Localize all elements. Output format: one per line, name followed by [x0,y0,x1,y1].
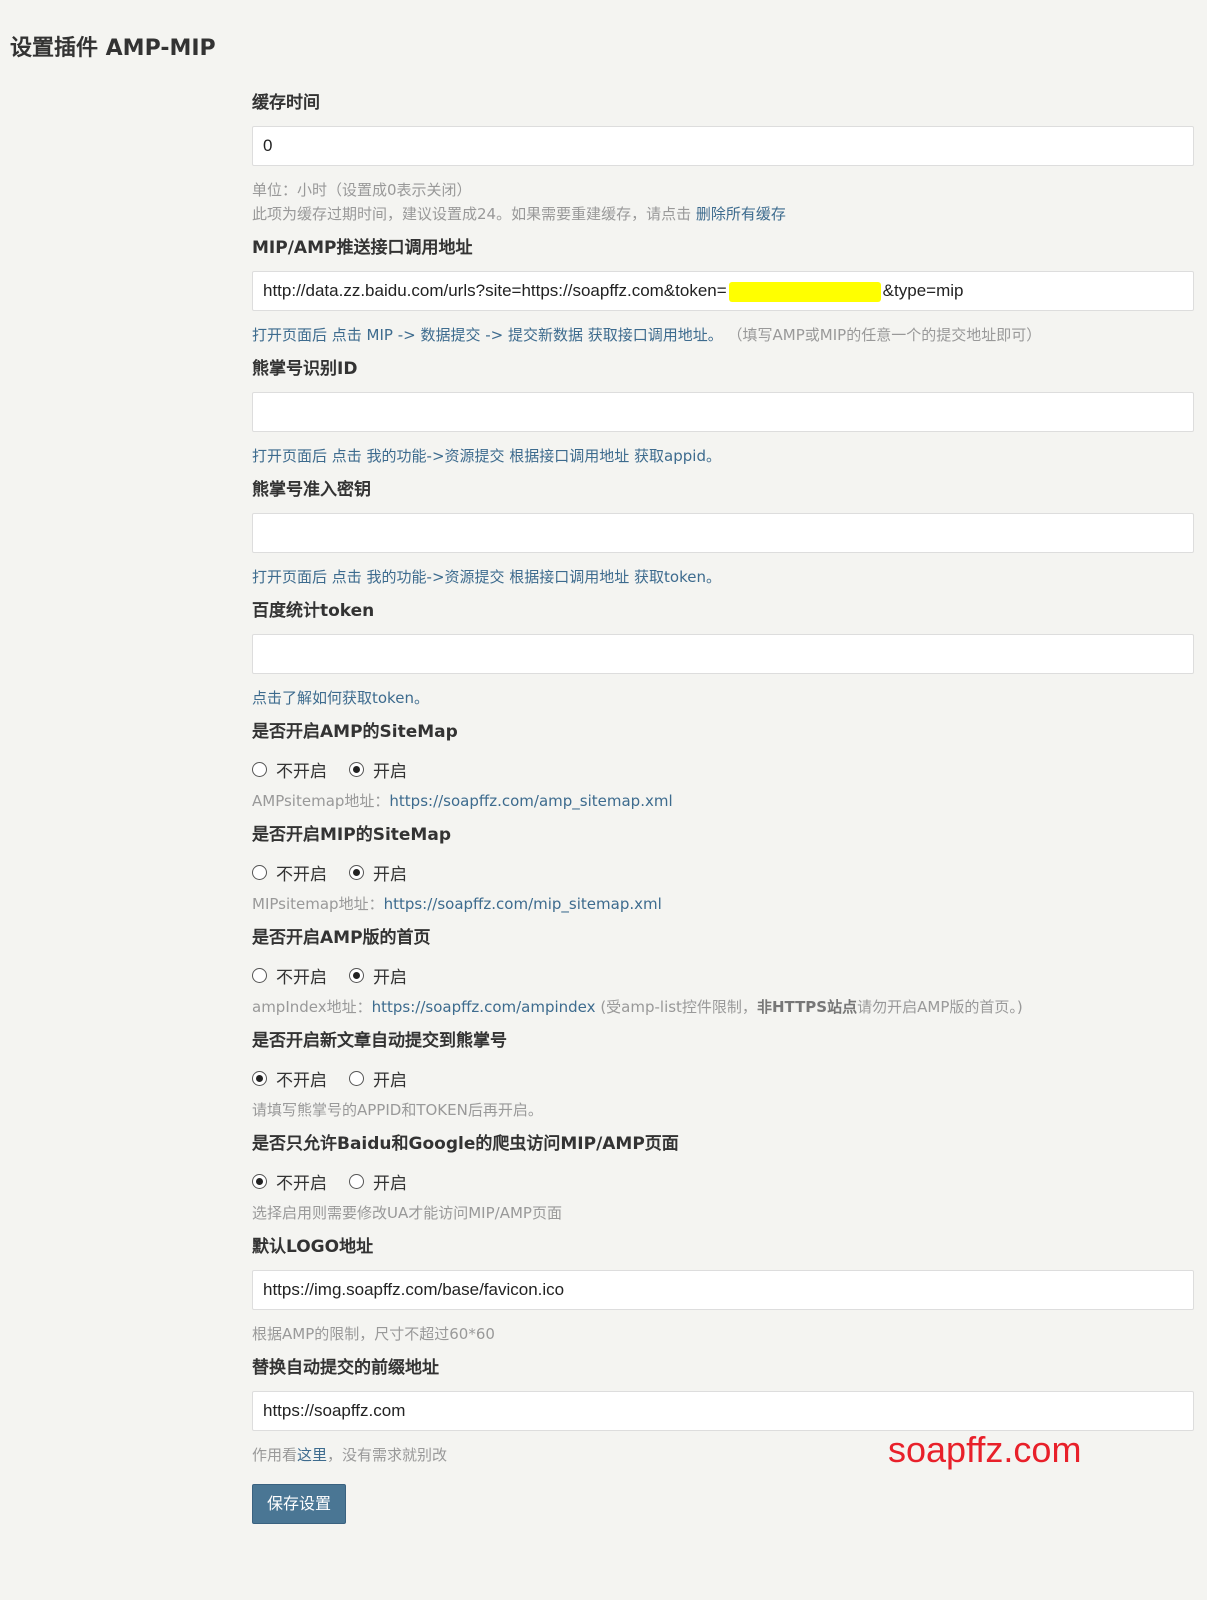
xzh-token-hint[interactable]: 打开页面后 点击 我的功能->资源提交 根据接口调用地址 获取token。 [252,565,1194,589]
amp-sitemap-url-link[interactable]: https://soapffz.com/amp_sitemap.xml [389,792,672,810]
amp-sitemap-off-option[interactable]: 不开启 [252,757,327,782]
crawler-only-hint: 选择启用则需要修改UA才能访问MIP/AMP页面 [252,1204,562,1222]
push-api-value-prefix: http://data.zz.baidu.com/urls?site=https… [263,281,727,300]
amp-index-on-option[interactable]: 开启 [349,963,407,988]
crawler-only-on-option[interactable]: 开启 [349,1169,407,1194]
amp-sitemap-label: 是否开启AMP的SiteMap [252,722,458,742]
push-api-value-suffix: &type=mip [882,281,964,300]
amp-sitemap-off-label: 不开启 [276,761,327,782]
cache-time-hint-text: 此项为缓存过期时间，建议设置成24。如果需要重建缓存，请点击 [252,205,692,223]
prefix-url-label: 替换自动提交的前缀地址 [252,1358,439,1378]
amp-sitemap-on-label: 开启 [373,761,407,782]
baidu-token-input[interactable] [252,634,1194,674]
amp-index-note-bold: 非HTTPS站点 [756,998,858,1016]
auto-submit-label: 是否开启新文章自动提交到熊掌号 [252,1031,507,1051]
mip-sitemap-off-option[interactable]: 不开启 [252,860,327,885]
xzh-token-input[interactable] [252,513,1194,553]
auto-submit-hint: 请填写熊掌号的APPID和TOKEN后再开启。 [252,1101,543,1119]
clear-cache-link[interactable]: 删除所有缓存 [696,205,786,223]
page-title: 设置插件 AMP-MIP [10,36,216,61]
amp-index-note: (受amp-list控件限制， [600,998,757,1016]
cache-time-label: 缓存时间 [252,93,320,113]
xzh-id-input[interactable] [252,392,1194,432]
baidu-token-hint[interactable]: 点击了解如何获取token。 [252,686,1194,710]
save-button[interactable]: 保存设置 [252,1484,347,1524]
amp-index-off-label: 不开启 [276,967,327,988]
amp-sitemap-off-radio[interactable] [252,761,267,777]
crawler-only-radio-group: 不开启 开启 [252,1167,1194,1195]
xzh-token-label: 熊掌号准入密钥 [252,480,371,500]
amp-index-note-end: 请勿开启AMP版的首页。) [857,998,1023,1016]
mip-sitemap-radio-group: 不开启 开启 [252,858,1194,886]
auto-submit-on-option[interactable]: 开启 [349,1066,407,1091]
logo-url-input[interactable]: https://img.soapffz.com/base/favicon.ico [252,1270,1194,1310]
prefix-hint-prefix: 作用看 [252,1446,298,1464]
auto-submit-on-radio[interactable] [349,1070,364,1086]
amp-index-off-option[interactable]: 不开启 [252,963,327,988]
push-api-hint-note: （填写AMP或MIP的任意一个的提交地址即可） [727,326,1042,344]
mip-sitemap-hint: MIPsitemap地址：https://soapffz.com/mip_sit… [252,892,1194,916]
amp-index-url-link[interactable]: https://soapffz.com/ampindex [372,998,596,1016]
baidu-token-label: 百度统计token [252,601,375,621]
amp-index-on-radio[interactable] [349,967,364,983]
amp-index-off-radio[interactable] [252,967,267,983]
auto-submit-off-radio[interactable] [252,1070,267,1086]
crawler-only-off-option[interactable]: 不开启 [252,1169,327,1194]
settings-form: 缓存时间 0 单位：小时（设置成0表示关闭） 此项为缓存过期时间，建议设置成24… [252,90,1194,1524]
amp-sitemap-hint: AMPsitemap地址：https://soapffz.com/amp_sit… [252,789,1194,813]
mip-sitemap-hint-prefix: MIPsitemap地址： [252,895,384,913]
amp-index-hint: ampIndex地址：https://soapffz.com/ampindex … [252,995,1194,1019]
crawler-only-on-radio[interactable] [349,1173,364,1189]
redacted-token-mark [728,281,881,302]
logo-url-hint: 根据AMP的限制，尺寸不超过60*60 [252,1325,495,1343]
logo-url-label: 默认LOGO地址 [252,1237,374,1257]
amp-index-label: 是否开启AMP版的首页 [252,928,431,948]
mip-sitemap-on-radio[interactable] [349,864,364,880]
crawler-only-label: 是否只允许Baidu和Google的爬虫访问MIP/AMP页面 [252,1134,679,1154]
amp-index-hint-prefix: ampIndex地址： [252,998,372,1016]
push-api-hint-link[interactable]: 打开页面后 点击 MIP -> 数据提交 -> 提交新数据 获取接口调用地址。 [252,326,723,344]
push-api-hint: 打开页面后 点击 MIP -> 数据提交 -> 提交新数据 获取接口调用地址。 … [252,323,1194,347]
prefix-hint-link[interactable]: 这里 [297,1446,327,1464]
mip-sitemap-off-label: 不开启 [276,864,327,885]
mip-sitemap-url-link[interactable]: https://soapffz.com/mip_sitemap.xml [384,895,662,913]
mip-sitemap-off-radio[interactable] [252,864,267,880]
amp-index-on-label: 开启 [373,967,407,988]
push-api-label: MIP/AMP推送接口调用地址 [252,238,473,258]
watermark: soapffz.com [888,1429,1082,1470]
auto-submit-off-label: 不开启 [276,1070,327,1091]
auto-submit-on-label: 开启 [373,1070,407,1091]
crawler-only-off-label: 不开启 [276,1173,327,1194]
auto-submit-radio-group: 不开启 开启 [252,1064,1194,1092]
cache-time-hint: 此项为缓存过期时间，建议设置成24。如果需要重建缓存，请点击 删除所有缓存 [252,202,1194,226]
amp-sitemap-hint-prefix: AMPsitemap地址： [252,792,390,810]
xzh-id-hint[interactable]: 打开页面后 点击 我的功能->资源提交 根据接口调用地址 获取appid。 [252,444,1194,468]
crawler-only-off-radio[interactable] [252,1173,267,1189]
prefix-hint-suffix: ，没有需求就别改 [327,1446,448,1464]
xzh-id-label: 熊掌号识别ID [252,359,358,379]
cache-time-unit-hint: 单位：小时（设置成0表示关闭） [252,181,472,199]
amp-sitemap-on-radio[interactable] [349,761,364,777]
mip-sitemap-label: 是否开启MIP的SiteMap [252,825,451,845]
crawler-only-on-label: 开启 [373,1173,407,1194]
push-api-input[interactable]: http://data.zz.baidu.com/urls?site=https… [252,271,1194,311]
amp-sitemap-on-option[interactable]: 开启 [349,757,407,782]
amp-index-radio-group: 不开启 开启 [252,961,1194,989]
mip-sitemap-on-label: 开启 [373,864,407,885]
mip-sitemap-on-option[interactable]: 开启 [349,860,407,885]
cache-time-input[interactable]: 0 [252,126,1194,166]
auto-submit-off-option[interactable]: 不开启 [252,1066,327,1091]
prefix-url-input[interactable]: https://soapffz.com [252,1391,1194,1431]
amp-sitemap-radio-group: 不开启 开启 [252,755,1194,783]
